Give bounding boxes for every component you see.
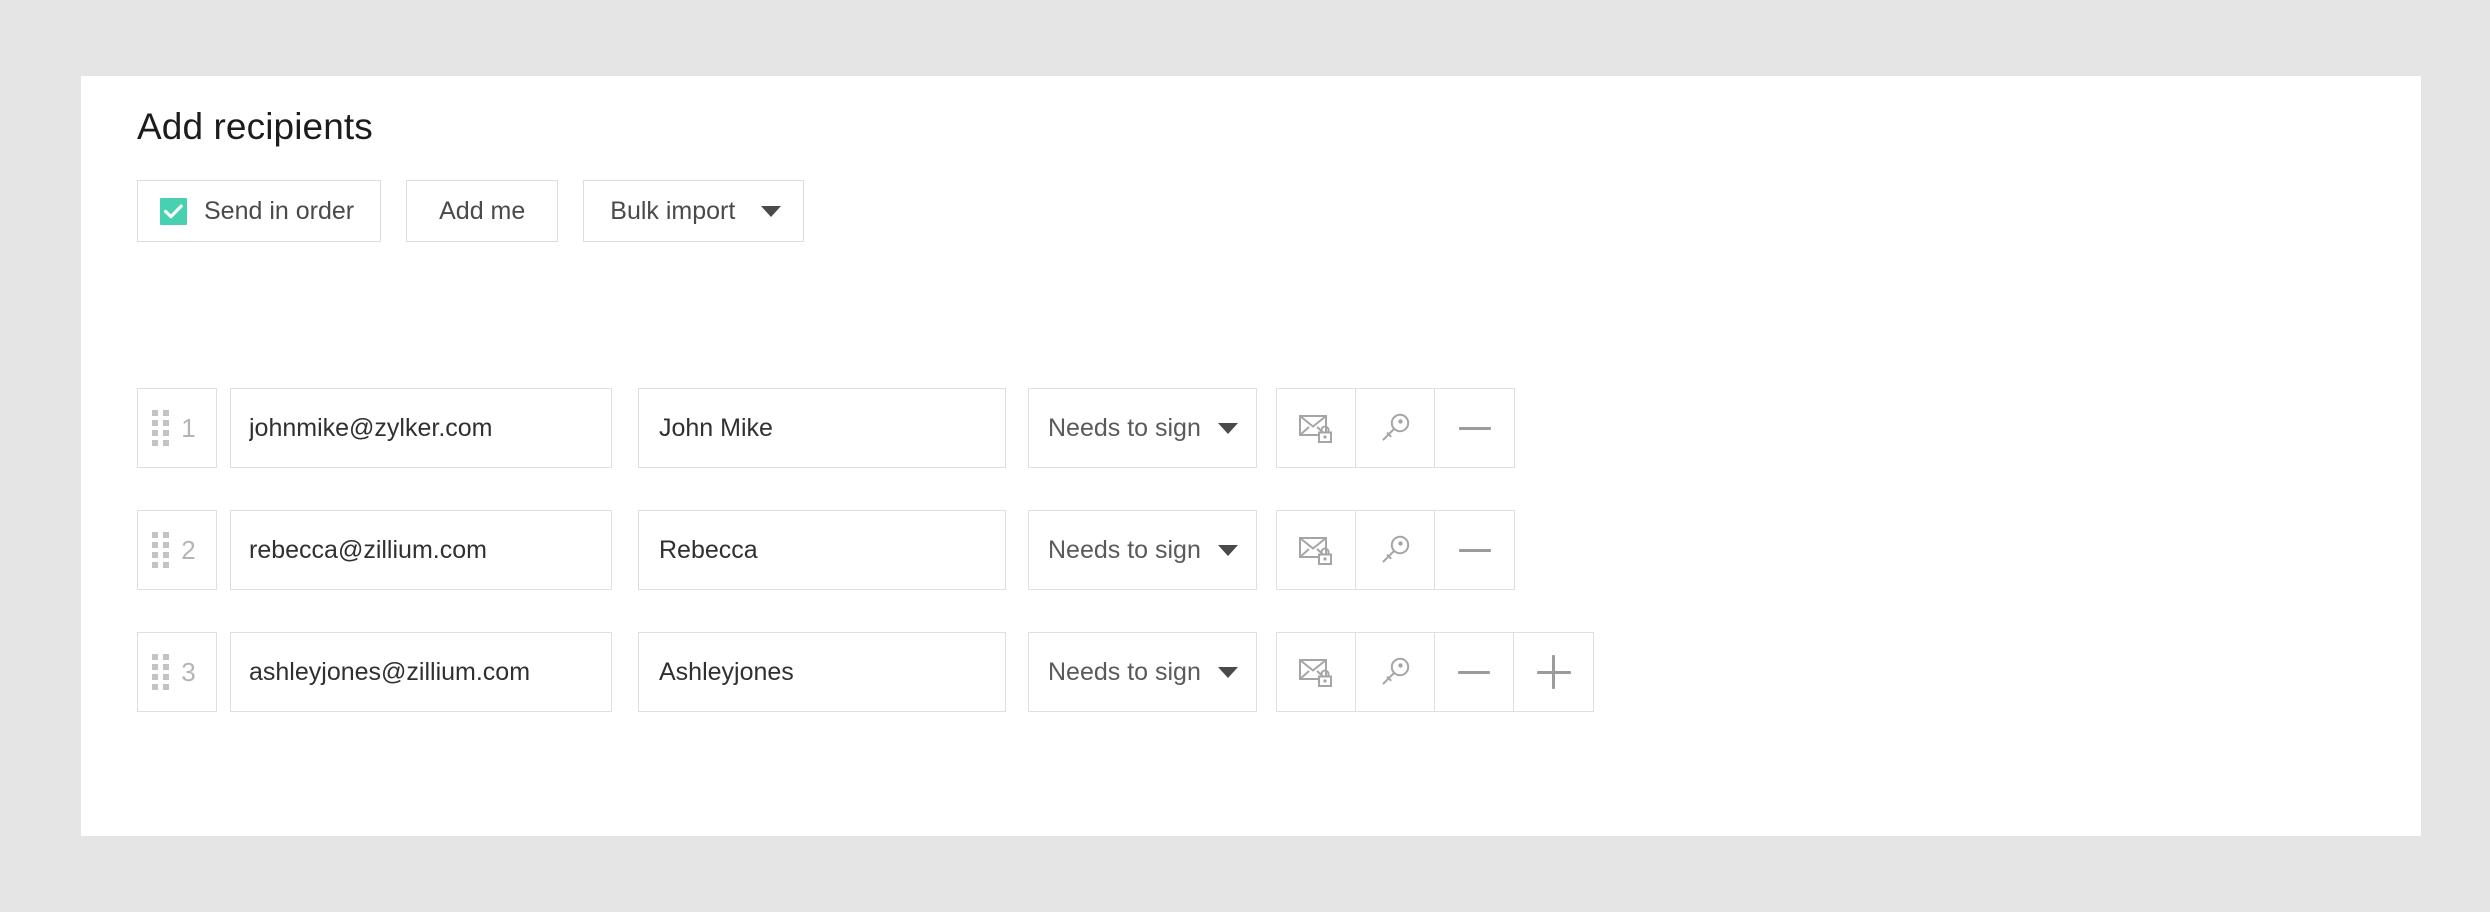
secure-email-icon [1298, 534, 1334, 566]
drag-handle-cell[interactable]: 3 [137, 632, 217, 712]
add-me-label: Add me [439, 197, 525, 226]
key-icon [1378, 533, 1412, 567]
send-in-order-toggle[interactable]: Send in order [137, 180, 381, 242]
recipient-role-select[interactable]: Needs to sign [1028, 632, 1257, 712]
key-icon [1378, 655, 1412, 689]
row-index: 3 [169, 657, 216, 688]
checkmark-icon [164, 204, 183, 219]
recipient-name-value: Rebecca [659, 536, 758, 565]
access-code-button[interactable] [1356, 389, 1435, 467]
recipient-role-value: Needs to sign [1048, 658, 1201, 687]
recipient-email-value: rebecca@zillium.com [249, 536, 487, 565]
remove-recipient-button[interactable] [1435, 511, 1514, 589]
key-icon [1378, 411, 1412, 445]
recipient-name-input[interactable]: Ashleyjones [638, 632, 1006, 712]
row-index: 1 [169, 413, 216, 444]
table-row: 2 rebecca@zillium.com Rebecca Needs to s… [137, 510, 1515, 590]
drag-handle-icon[interactable] [152, 532, 169, 568]
send-in-order-label: Send in order [204, 197, 354, 226]
recipient-role-select[interactable]: Needs to sign [1028, 510, 1257, 590]
bulk-import-button[interactable]: Bulk import [583, 180, 804, 242]
add-recipient-button[interactable] [1514, 633, 1593, 711]
send-in-order-checkbox[interactable] [160, 198, 187, 225]
secure-email-button[interactable] [1277, 633, 1356, 711]
table-row: 1 johnmike@zylker.com John Mike Needs to… [137, 388, 1515, 468]
recipient-name-value: John Mike [659, 414, 773, 443]
secure-email-icon [1298, 412, 1334, 444]
drag-handle-icon[interactable] [152, 654, 169, 690]
row-actions [1276, 510, 1515, 590]
remove-recipient-button[interactable] [1435, 633, 1514, 711]
recipient-role-value: Needs to sign [1048, 414, 1201, 443]
add-icon [1537, 655, 1571, 689]
chevron-down-icon [1218, 545, 1238, 556]
remove-icon [1458, 671, 1490, 674]
drag-handle-cell[interactable]: 1 [137, 388, 217, 468]
recipient-email-value: ashleyjones@zillium.com [249, 658, 530, 687]
chevron-down-icon [1218, 423, 1238, 434]
recipient-name-input[interactable]: John Mike [638, 388, 1006, 468]
row-actions [1276, 632, 1594, 712]
recipient-email-input[interactable]: ashleyjones@zillium.com [230, 632, 612, 712]
recipient-email-input[interactable]: johnmike@zylker.com [230, 388, 612, 468]
secure-email-button[interactable] [1277, 389, 1356, 467]
row-index: 2 [169, 535, 216, 566]
drag-handle-cell[interactable]: 2 [137, 510, 217, 590]
bulk-import-label: Bulk import [610, 197, 735, 226]
recipient-role-select[interactable]: Needs to sign [1028, 388, 1257, 468]
recipient-name-input[interactable]: Rebecca [638, 510, 1006, 590]
secure-email-button[interactable] [1277, 511, 1356, 589]
chevron-down-icon [1218, 667, 1238, 678]
access-code-button[interactable] [1356, 511, 1435, 589]
access-code-button[interactable] [1356, 633, 1435, 711]
recipients-toolbar: Send in order Add me Bulk import [137, 180, 804, 242]
recipient-name-value: Ashleyjones [659, 658, 794, 687]
add-me-button[interactable]: Add me [406, 180, 558, 242]
page-title: Add recipients [137, 106, 373, 148]
table-row: 3 ashleyjones@zillium.com Ashleyjones Ne… [137, 632, 1594, 712]
row-actions [1276, 388, 1515, 468]
recipient-email-input[interactable]: rebecca@zillium.com [230, 510, 612, 590]
chevron-down-icon [761, 206, 781, 217]
remove-icon [1459, 427, 1491, 430]
secure-email-icon [1298, 656, 1334, 688]
recipient-email-value: johnmike@zylker.com [249, 414, 493, 443]
recipient-role-value: Needs to sign [1048, 536, 1201, 565]
remove-recipient-button[interactable] [1435, 389, 1514, 467]
drag-handle-icon[interactable] [152, 410, 169, 446]
remove-icon [1459, 549, 1491, 552]
